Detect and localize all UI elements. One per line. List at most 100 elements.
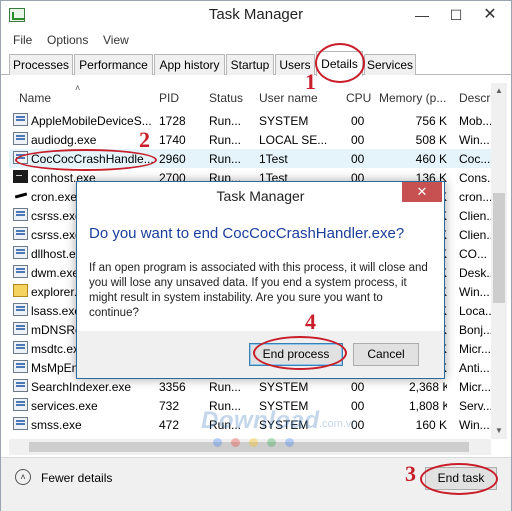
process-desc: Bonj... [459, 323, 491, 337]
scroll-thumb[interactable] [493, 193, 505, 303]
process-pid: 732 [159, 399, 180, 413]
watermark-suffix: .com.vn [319, 418, 358, 430]
menu-view[interactable]: View [103, 33, 129, 47]
watermark-logo: Download .com.vn [201, 407, 361, 447]
application-icon [13, 341, 28, 354]
menu-file[interactable]: File [13, 33, 32, 47]
tab-performance[interactable]: Performance [74, 54, 153, 75]
application-icon [13, 113, 28, 126]
process-status: Run... [209, 380, 242, 394]
process-desc: cron... [459, 190, 491, 204]
watermark-text: Download [201, 407, 320, 434]
process-user: LOCAL SE... [259, 133, 328, 147]
process-desc: Anti... [459, 361, 490, 375]
process-pid: 1728 [159, 114, 186, 128]
tab-services[interactable]: Services [364, 54, 416, 75]
application-icon [13, 417, 28, 430]
application-icon [13, 265, 28, 278]
application-icon [13, 379, 28, 392]
dialog-title: Task Manager [216, 188, 305, 204]
process-desc: Desk... [459, 266, 491, 280]
process-name: services.exe [31, 399, 98, 413]
tab-strip: Processes Performance App history Startu… [1, 51, 511, 76]
process-cpu: 00 [351, 133, 365, 147]
annotation-oval-end-task [420, 463, 498, 495]
dialog-title-bar: Task Manager ✕ [77, 182, 444, 210]
vertical-scrollbar[interactable]: ▲ ▼ [491, 83, 507, 439]
folder-icon [13, 284, 28, 297]
maximize-button[interactable]: ☐ [439, 3, 473, 27]
process-desc: Clien... [459, 228, 491, 242]
column-name[interactable]: Name [19, 91, 51, 105]
application-icon [13, 398, 28, 411]
process-mem: 508 K [415, 133, 447, 147]
table-row[interactable]: AppleMobileDeviceS... 1728 Run... SYSTEM 00 7… [9, 111, 491, 130]
process-pid: 3356 [159, 380, 186, 394]
tab-processes[interactable]: Processes [9, 54, 73, 75]
process-desc: Coc... [459, 152, 491, 166]
cron-app-icon [13, 189, 28, 202]
watermark-dot [285, 438, 294, 447]
process-pid: 2960 [159, 152, 186, 166]
annotation-oval-process [15, 149, 157, 171]
dialog-close-button[interactable]: ✕ [402, 182, 442, 202]
column-status[interactable]: Status [209, 91, 243, 105]
console-app-icon [13, 170, 28, 183]
watermark-dot [267, 438, 276, 447]
table-row[interactable]: audiodg.exe 1740 Run... LOCAL SE... 00 508 K W… [9, 130, 491, 149]
process-name: audiodg.exe [31, 133, 97, 147]
menu-bar: File Options View [1, 31, 511, 51]
process-name: AppleMobileDeviceS... [31, 114, 152, 128]
tab-startup[interactable]: Startup [226, 54, 274, 75]
process-mem: 756 K [415, 114, 447, 128]
watermark-dot [213, 438, 222, 447]
application-icon [13, 322, 28, 335]
process-status: Run... [209, 152, 242, 166]
cancel-button[interactable]: Cancel [353, 343, 419, 366]
process-cpu: 00 [351, 114, 365, 128]
table-row[interactable]: SearchIndexer.exe 3356 Run... SYSTEM 00 2,368… [9, 377, 491, 396]
application-icon [13, 360, 28, 373]
process-pid: 472 [159, 418, 180, 432]
annotation-oval-details-tab [315, 43, 365, 83]
sort-up-icon: ˄ [75, 83, 81, 93]
title-bar: Task Manager — ☐ ✕ [1, 1, 511, 31]
watermark-dot [249, 438, 258, 447]
process-desc: Cons... [459, 171, 491, 185]
column-pid[interactable]: PID [159, 91, 179, 105]
process-desc: Win... [459, 285, 490, 299]
application-icon [13, 132, 28, 145]
process-desc: Win... [459, 418, 490, 432]
close-button[interactable]: ✕ [473, 3, 507, 27]
process-mem: 2,368 K [409, 380, 447, 394]
application-icon [13, 208, 28, 221]
process-desc: Micr... [459, 380, 491, 394]
column-description[interactable]: Descr [459, 91, 490, 105]
column-memory[interactable]: Memory (p... [379, 91, 446, 105]
minimize-button[interactable]: — [405, 3, 439, 27]
process-status: Run... [209, 133, 242, 147]
process-desc: Clien... [459, 209, 491, 223]
process-user: SYSTEM [259, 114, 309, 128]
menu-options[interactable]: Options [47, 33, 88, 47]
process-desc: Win... [459, 133, 490, 147]
process-user: 1Test [259, 152, 288, 166]
application-icon [13, 303, 28, 316]
column-cpu[interactable]: CPU [346, 91, 371, 105]
scroll-up-icon[interactable]: ▲ [491, 83, 507, 99]
process-name: smss.exe [31, 418, 82, 432]
process-desc: Micr... [459, 342, 491, 356]
process-mem: 160 K [415, 418, 447, 432]
task-manager-window: Task Manager — ☐ ✕ File Options View Pro… [0, 0, 512, 511]
process-status: Run... [209, 114, 242, 128]
process-desc: CO... [459, 247, 488, 261]
process-pid: 1740 [159, 133, 186, 147]
collapse-chevron-icon[interactable]: ˄ [15, 469, 31, 485]
dialog-message: If an open program is associated with th… [89, 262, 428, 319]
fewer-details-link[interactable]: Fewer details [41, 471, 112, 485]
application-icon [13, 246, 28, 259]
annotation-number-1: 1 [305, 69, 316, 94]
process-desc: Serv... [459, 399, 491, 413]
scroll-down-icon[interactable]: ▼ [491, 423, 507, 439]
tab-app-history[interactable]: App history [154, 54, 225, 75]
